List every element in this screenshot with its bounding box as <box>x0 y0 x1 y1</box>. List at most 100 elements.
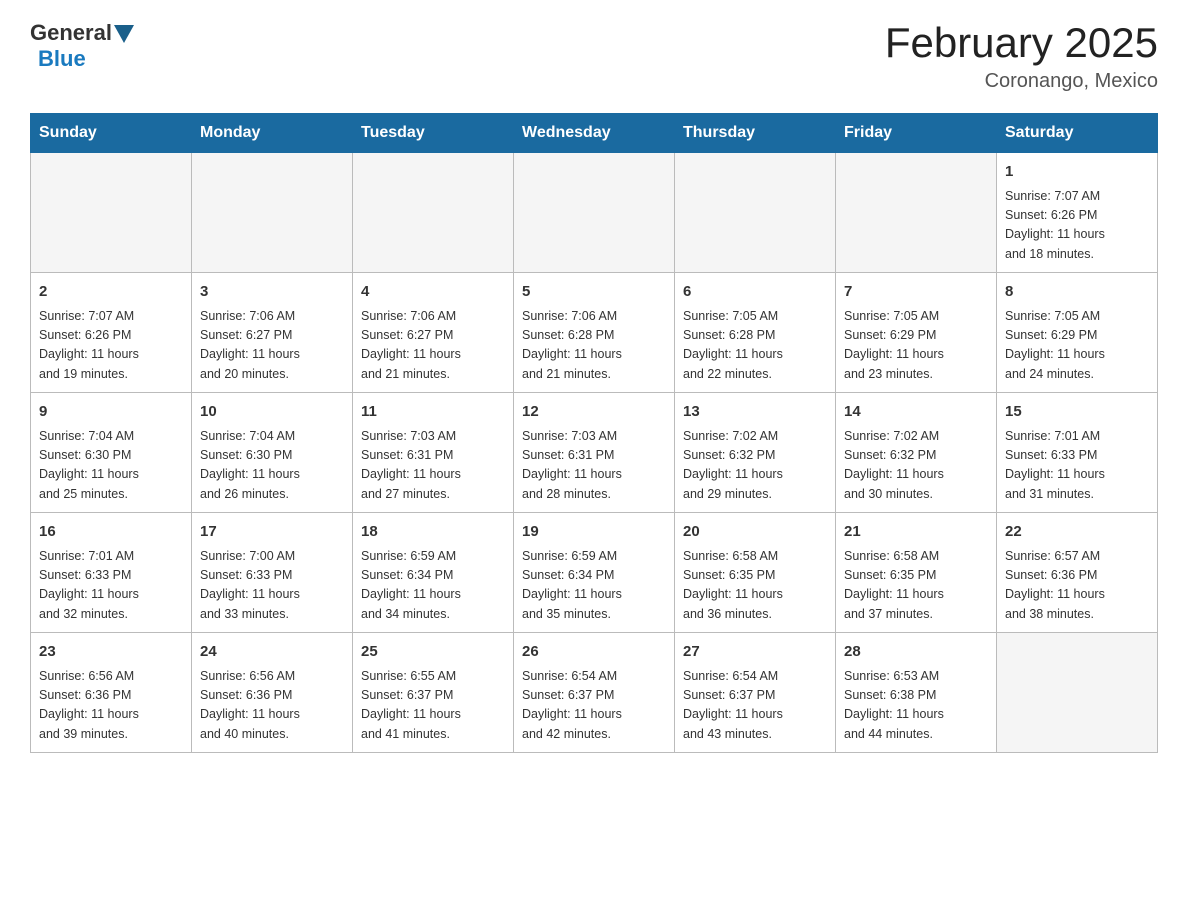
calendar-cell: 6 Sunrise: 7:05 AM Sunset: 6:28 PM Daylig… <box>675 273 836 393</box>
day-info: Sunrise: 7:02 AM Sunset: 6:32 PM Dayligh… <box>683 427 827 505</box>
day-number: 5 <box>522 281 666 304</box>
day-info: Sunrise: 6:58 AM Sunset: 6:35 PM Dayligh… <box>844 547 988 625</box>
day-info: Sunrise: 7:06 AM Sunset: 6:27 PM Dayligh… <box>361 307 505 385</box>
calendar-cell: 2Sunrise: 7:07 AM Sunset: 6:26 PM Daylig… <box>31 273 192 393</box>
day-number: 7 <box>844 281 988 304</box>
day-number: 8 <box>1005 281 1149 304</box>
calendar-cell <box>192 153 353 273</box>
logo-blue-text: Blue <box>38 46 86 71</box>
day-number: 18 <box>361 521 505 544</box>
logo-triangle-icon <box>114 25 134 43</box>
title-section: February 2025 Coronango, Mexico <box>885 20 1158 93</box>
day-info: Sunrise: 7:07 AM Sunset: 6:26 PM Dayligh… <box>1005 187 1149 265</box>
calendar-cell: 13 Sunrise: 7:02 AM Sunset: 6:32 PM Dayli… <box>675 393 836 513</box>
calendar-cell <box>836 153 997 273</box>
day-info: Sunrise: 6:54 AM Sunset: 6:37 PM Dayligh… <box>522 667 666 745</box>
day-info: Sunrise: 6:55 AM Sunset: 6:37 PM Dayligh… <box>361 667 505 745</box>
day-info: Sunrise: 7:03 AM Sunset: 6:31 PM Dayligh… <box>522 427 666 505</box>
day-info: Sunrise: 7:05 AM Sunset: 6:28 PM Dayligh… <box>683 307 827 385</box>
day-number: 12 <box>522 401 666 424</box>
calendar-week-row-1: 1 Sunrise: 7:07 AM Sunset: 6:26 PM Daylig… <box>31 153 1158 273</box>
day-number: 6 <box>683 281 827 304</box>
day-number: 27 <box>683 641 827 664</box>
day-number: 3 <box>200 281 344 304</box>
weekday-header-saturday: Saturday <box>997 114 1158 153</box>
day-number: 14 <box>844 401 988 424</box>
day-info: Sunrise: 7:04 AM Sunset: 6:30 PM Dayligh… <box>200 427 344 505</box>
day-number: 20 <box>683 521 827 544</box>
day-number: 13 <box>683 401 827 424</box>
calendar-cell: 15 Sunrise: 7:01 AM Sunset: 6:33 PM Dayli… <box>997 393 1158 513</box>
page-header: General Blue February 2025 Coronango, Me… <box>30 20 1158 93</box>
weekday-header-friday: Friday <box>836 114 997 153</box>
calendar-cell: 7 Sunrise: 7:05 AM Sunset: 6:29 PM Daylig… <box>836 273 997 393</box>
day-info: Sunrise: 6:58 AM Sunset: 6:35 PM Dayligh… <box>683 547 827 625</box>
day-info: Sunrise: 6:53 AM Sunset: 6:38 PM Dayligh… <box>844 667 988 745</box>
calendar-cell: 10 Sunrise: 7:04 AM Sunset: 6:30 PM Dayli… <box>192 393 353 513</box>
day-info: Sunrise: 7:00 AM Sunset: 6:33 PM Dayligh… <box>200 547 344 625</box>
day-number: 19 <box>522 521 666 544</box>
weekday-header-tuesday: Tuesday <box>353 114 514 153</box>
calendar-cell: 26Sunrise: 6:54 AM Sunset: 6:37 PM Dayli… <box>514 633 675 753</box>
day-info: Sunrise: 7:04 AM Sunset: 6:30 PM Dayligh… <box>39 427 183 505</box>
day-number: 28 <box>844 641 988 664</box>
calendar-week-row-3: 9 Sunrise: 7:04 AM Sunset: 6:30 PM Daylig… <box>31 393 1158 513</box>
day-info: Sunrise: 7:05 AM Sunset: 6:29 PM Dayligh… <box>844 307 988 385</box>
calendar-title: February 2025 <box>885 20 1158 66</box>
logo-general-text: General <box>30 20 112 46</box>
calendar-cell: 28 Sunrise: 6:53 AM Sunset: 6:38 PM Dayli… <box>836 633 997 753</box>
day-number: 16 <box>39 521 183 544</box>
calendar-cell: 22 Sunrise: 6:57 AM Sunset: 6:36 PM Dayli… <box>997 513 1158 633</box>
weekday-header-monday: Monday <box>192 114 353 153</box>
calendar-subtitle: Coronango, Mexico <box>885 70 1158 93</box>
calendar-cell: 12 Sunrise: 7:03 AM Sunset: 6:31 PM Dayli… <box>514 393 675 513</box>
calendar-week-row-5: 23 Sunrise: 6:56 AM Sunset: 6:36 PM Dayli… <box>31 633 1158 753</box>
day-info: Sunrise: 6:57 AM Sunset: 6:36 PM Dayligh… <box>1005 547 1149 625</box>
calendar-week-row-4: 16 Sunrise: 7:01 AM Sunset: 6:33 PM Dayli… <box>31 513 1158 633</box>
calendar-cell <box>675 153 836 273</box>
calendar-cell: 3Sunrise: 7:06 AM Sunset: 6:27 PM Daylig… <box>192 273 353 393</box>
day-number: 1 <box>1005 161 1149 184</box>
calendar-cell: 11 Sunrise: 7:03 AM Sunset: 6:31 PM Dayli… <box>353 393 514 513</box>
day-number: 10 <box>200 401 344 424</box>
calendar-week-row-2: 2Sunrise: 7:07 AM Sunset: 6:26 PM Daylig… <box>31 273 1158 393</box>
weekday-header-wednesday: Wednesday <box>514 114 675 153</box>
calendar-cell: 4Sunrise: 7:06 AM Sunset: 6:27 PM Daylig… <box>353 273 514 393</box>
day-number: 17 <box>200 521 344 544</box>
day-number: 22 <box>1005 521 1149 544</box>
day-number: 9 <box>39 401 183 424</box>
calendar-cell: 20 Sunrise: 6:58 AM Sunset: 6:35 PM Dayli… <box>675 513 836 633</box>
day-info: Sunrise: 7:06 AM Sunset: 6:28 PM Dayligh… <box>522 307 666 385</box>
day-info: Sunrise: 6:54 AM Sunset: 6:37 PM Dayligh… <box>683 667 827 745</box>
calendar-cell: 9 Sunrise: 7:04 AM Sunset: 6:30 PM Daylig… <box>31 393 192 513</box>
day-info: Sunrise: 7:01 AM Sunset: 6:33 PM Dayligh… <box>39 547 183 625</box>
day-number: 15 <box>1005 401 1149 424</box>
day-info: Sunrise: 7:02 AM Sunset: 6:32 PM Dayligh… <box>844 427 988 505</box>
calendar-cell: 24 Sunrise: 6:56 AM Sunset: 6:36 PM Dayli… <box>192 633 353 753</box>
day-info: Sunrise: 6:59 AM Sunset: 6:34 PM Dayligh… <box>361 547 505 625</box>
calendar-cell: 5 Sunrise: 7:06 AM Sunset: 6:28 PM Daylig… <box>514 273 675 393</box>
calendar-cell: 18 Sunrise: 6:59 AM Sunset: 6:34 PM Dayli… <box>353 513 514 633</box>
weekday-header-sunday: Sunday <box>31 114 192 153</box>
calendar-cell <box>514 153 675 273</box>
day-info: Sunrise: 7:01 AM Sunset: 6:33 PM Dayligh… <box>1005 427 1149 505</box>
calendar-cell <box>31 153 192 273</box>
calendar-cell: 14 Sunrise: 7:02 AM Sunset: 6:32 PM Dayli… <box>836 393 997 513</box>
day-info: Sunrise: 6:56 AM Sunset: 6:36 PM Dayligh… <box>200 667 344 745</box>
calendar-cell: 23 Sunrise: 6:56 AM Sunset: 6:36 PM Dayli… <box>31 633 192 753</box>
day-number: 21 <box>844 521 988 544</box>
calendar-cell: 21 Sunrise: 6:58 AM Sunset: 6:35 PM Dayli… <box>836 513 997 633</box>
calendar-cell: 27 Sunrise: 6:54 AM Sunset: 6:37 PM Dayli… <box>675 633 836 753</box>
day-info: Sunrise: 6:56 AM Sunset: 6:36 PM Dayligh… <box>39 667 183 745</box>
day-number: 23 <box>39 641 183 664</box>
day-number: 11 <box>361 401 505 424</box>
calendar-cell: 19 Sunrise: 6:59 AM Sunset: 6:34 PM Dayli… <box>514 513 675 633</box>
calendar-cell <box>353 153 514 273</box>
day-number: 2 <box>39 281 183 304</box>
day-info: Sunrise: 7:05 AM Sunset: 6:29 PM Dayligh… <box>1005 307 1149 385</box>
day-info: Sunrise: 7:03 AM Sunset: 6:31 PM Dayligh… <box>361 427 505 505</box>
calendar-cell: 8 Sunrise: 7:05 AM Sunset: 6:29 PM Daylig… <box>997 273 1158 393</box>
day-info: Sunrise: 6:59 AM Sunset: 6:34 PM Dayligh… <box>522 547 666 625</box>
calendar-cell: 25Sunrise: 6:55 AM Sunset: 6:37 PM Dayli… <box>353 633 514 753</box>
day-number: 24 <box>200 641 344 664</box>
